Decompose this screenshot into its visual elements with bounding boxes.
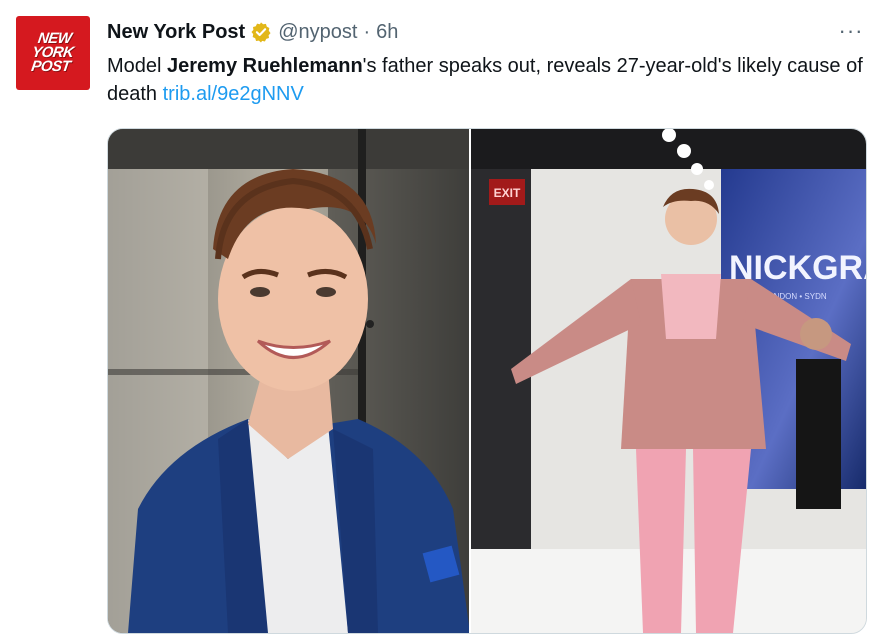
photo-left[interactable]	[108, 129, 470, 633]
nypost-logo: NEW YORK POST	[30, 30, 75, 75]
exit-sign: EXIT	[494, 186, 521, 200]
photo-right[interactable]: EXIT NICKGRAH YORK • LONDON • SYDN	[469, 129, 866, 633]
runway-illustration: EXIT NICKGRAH YORK • LONDON • SYDN	[471, 129, 866, 633]
media-grid: EXIT NICKGRAH YORK • LONDON • SYDN	[107, 128, 867, 634]
tweet-link[interactable]: trib.al/9e2gNNV	[163, 83, 304, 105]
more-options-icon[interactable]: ···	[838, 18, 864, 44]
bold-name: Jeremy Ruehlemann	[167, 55, 363, 77]
timestamp[interactable]: 6h	[376, 21, 398, 44]
tweet-header: New York Post @nypost · 6h	[107, 19, 398, 45]
handle[interactable]: @nypost	[278, 21, 357, 44]
separator-dot: ·	[363, 20, 371, 43]
display-name[interactable]: New York Post	[107, 21, 245, 44]
verified-badge-icon	[250, 21, 272, 43]
portrait-illustration	[108, 129, 470, 633]
tweet-text: Model Jeremy Ruehlemann's father speaks …	[107, 55, 863, 105]
avatar[interactable]: NEW YORK POST	[16, 16, 90, 90]
